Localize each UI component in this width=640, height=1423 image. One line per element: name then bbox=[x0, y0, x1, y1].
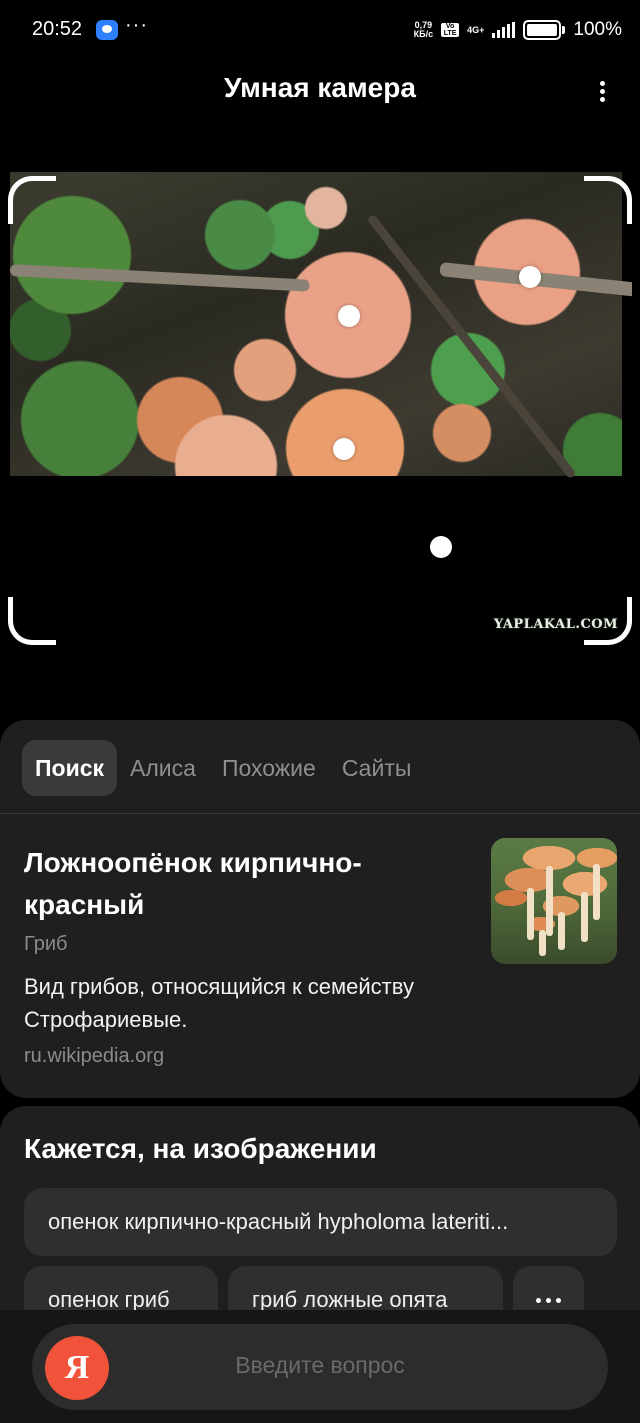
signal-icon bbox=[492, 22, 516, 38]
status-time: 20:52 bbox=[32, 18, 83, 40]
tabs-divider bbox=[0, 813, 640, 814]
network-speed-unit: КБ/с bbox=[413, 29, 434, 39]
object-marker[interactable] bbox=[430, 536, 452, 558]
object-marker[interactable] bbox=[333, 438, 355, 460]
suggestion-chip[interactable]: опенок кирпично-красный hypholoma lateri… bbox=[24, 1188, 617, 1256]
status-indicators: 0,79 КБ/с Vo LTE 4G+ 100% bbox=[414, 18, 622, 42]
result-tabs: Поиск Алиса Похожие Сайты bbox=[22, 740, 424, 796]
battery-cap bbox=[562, 26, 566, 34]
tab-alice[interactable]: Алиса bbox=[117, 740, 209, 796]
photo-branch bbox=[10, 264, 310, 292]
network-speed: 0,79 КБ/с bbox=[414, 21, 433, 39]
entity-type: Гриб bbox=[24, 933, 68, 955]
object-marker[interactable] bbox=[338, 305, 360, 327]
crop-corner-top-left[interactable] bbox=[8, 176, 56, 224]
entity-thumbnail[interactable] bbox=[491, 838, 617, 964]
crop-corner-top-right[interactable] bbox=[584, 176, 632, 224]
object-marker[interactable] bbox=[519, 266, 541, 288]
entity-source-link[interactable]: ru.wikipedia.org bbox=[24, 1045, 164, 1068]
entity-description: Вид грибов, относящийся к семейству Стро… bbox=[24, 974, 414, 1032]
tab-similar[interactable]: Похожие bbox=[209, 740, 329, 796]
messenger-notification-icon bbox=[96, 20, 118, 40]
status-bar: 20:52 ··· 0,79 КБ/с Vo LTE 4G+ 100% bbox=[0, 0, 640, 60]
more-notifications-icon: ··· bbox=[125, 14, 148, 36]
crop-corner-bottom-right[interactable] bbox=[584, 597, 632, 645]
photo-branch bbox=[366, 213, 577, 480]
volte-icon: Vo LTE bbox=[441, 23, 460, 37]
captured-photo[interactable]: YAPLAKAL.COM bbox=[10, 172, 632, 648]
crop-corner-bottom-left[interactable] bbox=[8, 597, 56, 645]
page-title: Умная камера bbox=[224, 72, 416, 103]
battery-icon bbox=[523, 20, 562, 40]
more-options-icon[interactable] bbox=[590, 78, 614, 108]
suggestions-title: Кажется, на изображении bbox=[24, 1133, 377, 1164]
tab-search[interactable]: Поиск bbox=[22, 740, 118, 796]
battery-percent: 100% bbox=[573, 19, 622, 40]
tab-sites[interactable]: Сайты bbox=[329, 740, 425, 796]
network-type: 4G+ bbox=[467, 24, 485, 35]
search-placeholder[interactable]: Введите вопрос bbox=[32, 1352, 608, 1379]
entity-title[interactable]: Ложноопёнок кирпично-красный bbox=[24, 842, 464, 926]
